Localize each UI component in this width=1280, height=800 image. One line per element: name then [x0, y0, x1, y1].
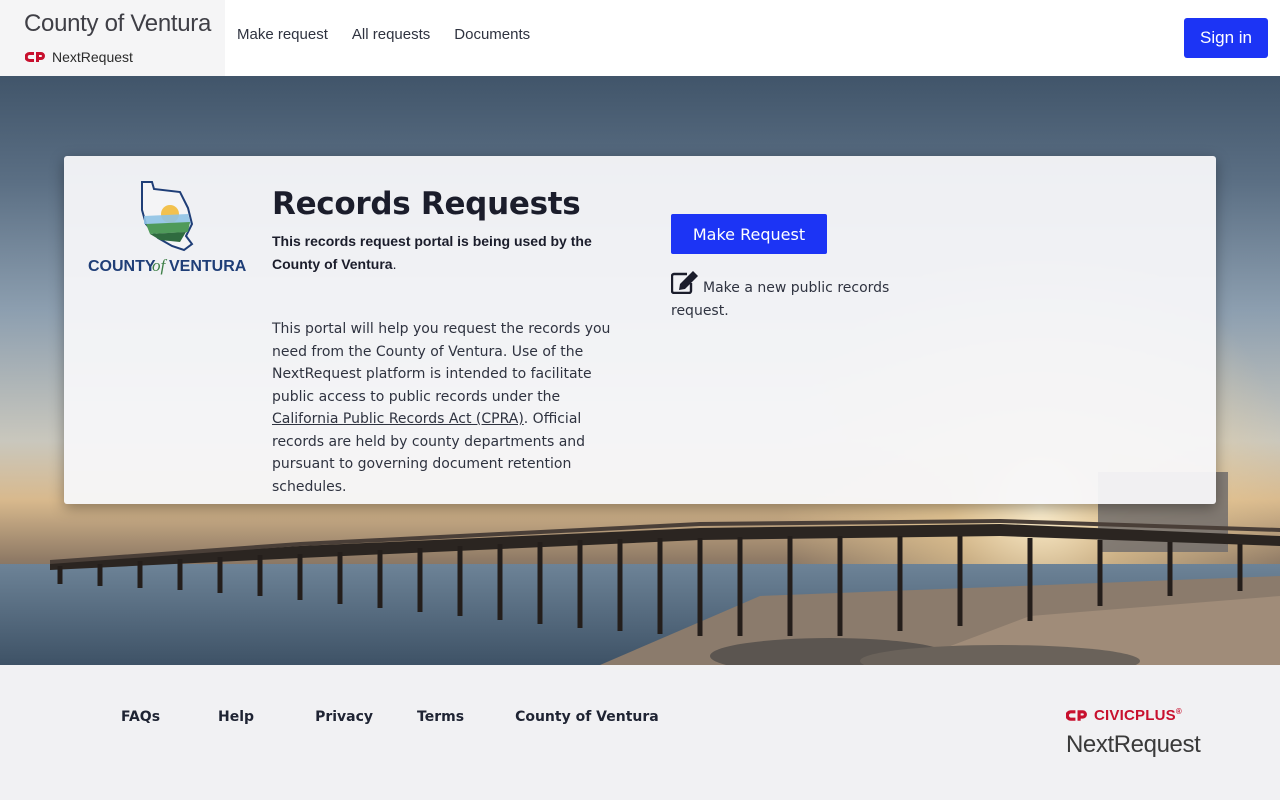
brand-subtitle-text: NextRequest	[52, 49, 133, 65]
civicplus-trademark: ®	[1175, 707, 1182, 716]
nav-documents[interactable]: Documents	[454, 26, 530, 43]
description-before-link: This portal will help you request the re…	[272, 321, 611, 405]
make-request-description-text: Make a new public records request.	[671, 280, 890, 319]
nextrequest-logo-icon	[25, 52, 45, 62]
civicplus-product-name: NextRequest	[1066, 731, 1201, 758]
portal-description: This portal will help you request the re…	[272, 318, 628, 498]
brand-block[interactable]: County of Ventura NextRequest	[0, 0, 225, 76]
footer-links: FAQs Help Privacy Terms County of Ventur…	[121, 709, 659, 725]
civicplus-logo-icon	[1066, 710, 1087, 721]
portal-lead-bold: This records request portal is being use…	[272, 233, 592, 272]
footer-link-terms[interactable]: Terms	[417, 709, 464, 725]
footer-link-help[interactable]: Help	[218, 709, 254, 725]
main-nav: Make request All requests Documents	[237, 26, 530, 43]
page-footer: FAQs Help Privacy Terms County of Ventur…	[0, 665, 1280, 800]
hero-banner: COUNTY of VENTURA Records Requests This …	[0, 76, 1280, 665]
cpra-link[interactable]: California Public Records Act (CPRA)	[272, 411, 524, 427]
county-of-ventura-logo: COUNTY of VENTURA	[88, 181, 247, 275]
footer-link-privacy[interactable]: Privacy	[315, 709, 373, 725]
footer-link-county[interactable]: County of Ventura	[515, 709, 659, 725]
brand-title: County of Ventura	[24, 10, 212, 37]
civicplus-name: CIVICPLUS	[1094, 707, 1176, 724]
sign-in-button[interactable]: Sign in	[1184, 18, 1268, 58]
edit-icon	[671, 271, 698, 294]
nav-make-request[interactable]: Make request	[237, 26, 328, 43]
make-request-description: Make a new public records request.	[671, 270, 911, 322]
portal-lead: This records request portal is being use…	[272, 230, 622, 275]
civicplus-brand[interactable]: CIVICPLUS®	[1066, 707, 1182, 724]
logo-text-county: COUNTY	[88, 258, 156, 275]
logo-text-ventura: VENTURA	[169, 258, 247, 275]
nav-all-requests[interactable]: All requests	[352, 26, 430, 43]
portal-lead-end: .	[392, 255, 397, 272]
brand-subtitle: NextRequest	[25, 49, 133, 65]
logo-text-of: of	[152, 256, 168, 275]
records-requests-card: COUNTY of VENTURA Records Requests This …	[64, 156, 1216, 504]
top-header: County of Ventura NextRequest Make reque…	[0, 0, 1280, 76]
make-request-button[interactable]: Make Request	[671, 214, 827, 254]
page-title: Records Requests	[272, 186, 581, 222]
civicplus-text: CIVICPLUS®	[1094, 707, 1182, 724]
footer-link-faqs[interactable]: FAQs	[121, 709, 160, 725]
